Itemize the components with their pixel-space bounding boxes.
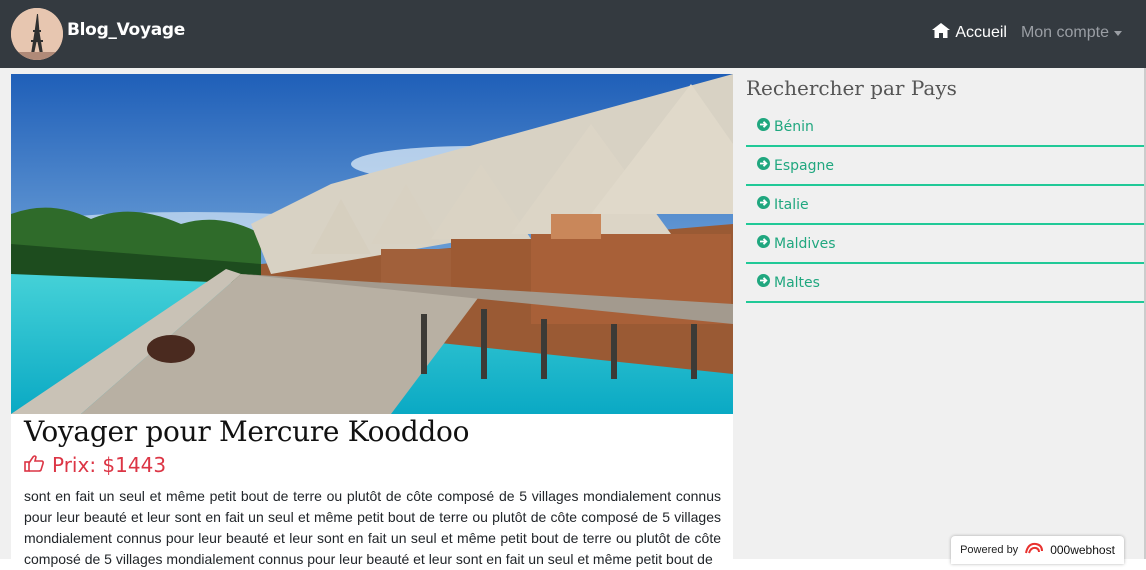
- country-item-maltes[interactable]: Maltes: [746, 264, 1144, 303]
- thumbs-up-icon: [24, 453, 44, 477]
- webhost-logo-icon: [1024, 541, 1044, 560]
- country-label: Maldives: [774, 235, 836, 252]
- country-item-italie[interactable]: Italie: [746, 186, 1144, 225]
- country-label: Maltes: [774, 274, 820, 291]
- brand-logo[interactable]: [11, 8, 63, 60]
- sidebar: Rechercher par Pays Bénin Espagne Italie…: [746, 74, 1144, 303]
- price-label: Prix: $1443: [52, 453, 167, 477]
- nav-account-label: Mon compte: [1020, 24, 1109, 41]
- home-icon: [932, 23, 951, 43]
- arrow-circle-right-icon: [757, 157, 770, 174]
- sidebar-title: Rechercher par Pays: [746, 76, 957, 100]
- nav-account-dropdown[interactable]: Mon compte: [1021, 24, 1122, 42]
- navbar: Blog_Voyage Accueil Mon compte: [0, 0, 1146, 68]
- webhost-name: 000webhost: [1050, 543, 1115, 557]
- powered-by-badge[interactable]: Powered by 000webhost: [951, 536, 1124, 564]
- post-description: sont en fait un seul et même petit bout …: [24, 488, 721, 567]
- country-item-benin[interactable]: Bénin: [746, 108, 1144, 147]
- arrow-circle-right-icon: [757, 118, 770, 135]
- nav-home-label: Accueil: [955, 24, 1007, 41]
- brand-name[interactable]: Blog_Voyage: [67, 20, 185, 40]
- nav-home-link[interactable]: Accueil: [932, 23, 1007, 43]
- arrow-circle-right-icon: [757, 235, 770, 252]
- country-label: Bénin: [774, 118, 814, 135]
- arrow-circle-right-icon: [757, 274, 770, 291]
- chevron-down-icon: [1114, 30, 1122, 36]
- post-hero-image: [11, 74, 733, 414]
- arrow-circle-right-icon: [757, 196, 770, 213]
- powered-by-label: Powered by: [960, 544, 1019, 556]
- country-label: Italie: [774, 196, 809, 213]
- country-item-espagne[interactable]: Espagne: [746, 147, 1144, 186]
- post-price: Prix: $1443: [24, 453, 166, 477]
- country-item-maldives[interactable]: Maldives: [746, 225, 1144, 264]
- country-label: Espagne: [774, 157, 834, 174]
- country-list: Bénin Espagne Italie Maldives Maltes: [746, 108, 1144, 303]
- nav-links: Accueil Mon compte: [932, 23, 1122, 43]
- post-title: Voyager pour Mercure Kooddoo: [24, 415, 470, 448]
